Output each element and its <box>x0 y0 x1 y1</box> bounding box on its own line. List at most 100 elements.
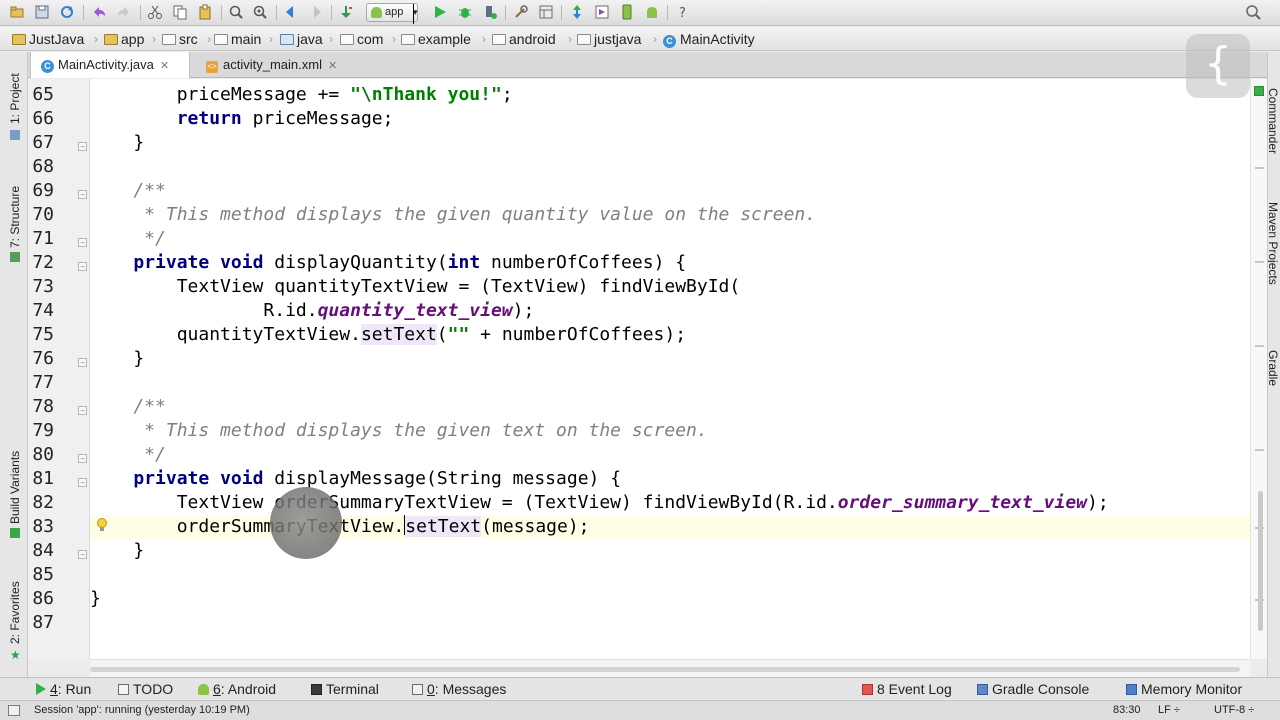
tool-window-todo[interactable]: TODO <box>118 681 173 697</box>
code-line: TextView orderSummaryTextView = (TextVie… <box>90 492 1109 513</box>
open-icon[interactable] <box>9 4 25 20</box>
replace-icon[interactable] <box>252 4 268 20</box>
code-line: priceMessage += "\nThank you!"; <box>176 84 513 105</box>
breadcrumb: JustJava › app › src › main › java › com… <box>0 27 1280 51</box>
caret-position[interactable]: 83:30 <box>1113 704 1141 716</box>
fold-start-icon[interactable]: – <box>78 406 87 415</box>
line-number: 80 <box>32 444 54 465</box>
tool-window-event-log[interactable]: 8 Event Log <box>862 681 952 697</box>
fold-end-icon[interactable]: – <box>78 238 87 247</box>
gradle-console-icon <box>977 684 988 695</box>
tool-window-gradle-console[interactable]: Gradle Console <box>977 681 1089 697</box>
todo-icon <box>118 684 129 695</box>
tool-window-android[interactable]: 6: Android <box>198 681 276 697</box>
find-icon[interactable] <box>228 4 244 20</box>
fold-end-icon[interactable]: – <box>78 550 87 559</box>
tab-activity-main-xml[interactable]: <> activity_main.xml ✕ <box>196 52 366 78</box>
tool-tab-structure[interactable]: 7: Structure <box>8 186 22 248</box>
breadcrumb-item-main[interactable]: main <box>214 30 261 48</box>
code-line: } <box>90 132 145 153</box>
breadcrumb-item-android[interactable]: android <box>492 30 556 48</box>
breadcrumb-separator-icon: › <box>152 32 156 46</box>
line-number: 72 <box>32 252 54 273</box>
encoding-selector[interactable]: UTF-8 ÷ <box>1214 704 1254 716</box>
line-number: 79 <box>32 420 54 441</box>
fold-end-icon[interactable]: – <box>78 454 87 463</box>
fold-start-icon[interactable]: – <box>78 478 87 487</box>
line-number: 65 <box>32 84 54 105</box>
sync-icon[interactable] <box>59 4 75 20</box>
editor-tab-bar: C MainActivity.java ✕ <> activity_main.xml ✕ <box>28 52 1267 78</box>
status-toggle-icon[interactable] <box>8 705 20 716</box>
save-icon[interactable] <box>34 4 50 20</box>
run-configuration-selector[interactable]: app ▾ <box>366 3 418 24</box>
code-line: } <box>90 540 145 561</box>
horizontal-scrollbar-thumb[interactable] <box>90 667 1240 672</box>
line-number: 75 <box>32 324 54 345</box>
undo-icon[interactable] <box>91 4 107 20</box>
lightbulb-icon[interactable] <box>96 518 108 532</box>
close-icon[interactable]: ✕ <box>328 60 337 72</box>
tool-tab-favorites[interactable]: 2: Favorites <box>8 581 22 644</box>
tool-tab-commander[interactable]: Commander <box>1268 88 1280 154</box>
run-icon[interactable] <box>432 4 448 20</box>
fold-start-icon[interactable]: – <box>78 262 87 271</box>
android-device-monitor-icon[interactable] <box>644 4 660 20</box>
breadcrumb-item-com[interactable]: com <box>340 30 383 48</box>
tab-mainactivity-java[interactable]: C MainActivity.java ✕ <box>30 52 190 78</box>
tool-window-run[interactable]: 4: Run <box>36 681 91 697</box>
line-separator-selector[interactable]: LF ÷ <box>1158 704 1180 716</box>
breadcrumb-item-mainactivity[interactable]: C MainActivity <box>663 30 755 48</box>
breadcrumb-item-example[interactable]: example <box>401 30 471 48</box>
attach-debugger-icon[interactable] <box>482 4 498 20</box>
fold-start-icon[interactable]: – <box>78 190 87 199</box>
tool-tab-build-variants[interactable]: Build Variants <box>8 451 22 524</box>
build-variants-icon <box>10 528 20 538</box>
settings-icon[interactable] <box>513 4 529 20</box>
cut-icon[interactable] <box>147 4 163 20</box>
tool-window-messages[interactable]: 0: Messages <box>412 681 506 697</box>
horizontal-scrollbar[interactable] <box>90 659 1250 677</box>
code-line: TextView quantityTextView = (TextView) f… <box>90 276 741 297</box>
vertical-scrollbar-thumb[interactable] <box>1258 491 1263 631</box>
tool-tab-gradle[interactable]: Gradle <box>1268 350 1280 386</box>
breadcrumb-item-java[interactable]: java <box>280 30 323 48</box>
vertical-scrollbar[interactable] <box>1250 79 1267 659</box>
sdk-manager-icon[interactable] <box>594 4 610 20</box>
error-stripe-marker <box>1255 261 1264 263</box>
code-editor[interactable]: priceMessage += "\nThank you!"; return p… <box>90 79 1250 659</box>
fold-end-icon[interactable]: – <box>78 142 87 151</box>
memory-monitor-icon <box>1126 684 1137 695</box>
redo-icon[interactable] <box>116 4 132 20</box>
folder-icon <box>280 34 294 45</box>
code-line: /** <box>90 180 166 201</box>
breadcrumb-separator-icon: › <box>329 32 333 46</box>
copy-icon[interactable] <box>172 4 188 20</box>
avd-manager-icon[interactable] <box>619 4 635 20</box>
help-icon[interactable]: ? <box>675 4 691 21</box>
tool-tab-maven-projects[interactable]: Maven Projects <box>1268 202 1280 285</box>
error-stripe-marker <box>1255 345 1264 347</box>
breadcrumb-item-src[interactable]: src <box>162 30 198 48</box>
forward-icon[interactable] <box>308 4 324 20</box>
breadcrumb-item-justjava[interactable]: JustJava <box>12 30 84 48</box>
breadcrumb-item-app[interactable]: app <box>104 30 144 48</box>
tool-window-terminal[interactable]: Terminal <box>311 681 379 697</box>
back-icon[interactable] <box>283 4 299 20</box>
messages-icon <box>412 684 423 695</box>
make-icon[interactable] <box>338 4 354 20</box>
line-number: 66 <box>32 108 54 129</box>
line-number: 83 <box>32 516 54 537</box>
fold-end-icon[interactable]: – <box>78 358 87 367</box>
project-structure-icon[interactable] <box>538 4 554 20</box>
breadcrumb-item-justjava-package[interactable]: justjava <box>577 30 641 48</box>
tool-window-memory-monitor[interactable]: Memory Monitor <box>1126 681 1242 697</box>
breadcrumb-separator-icon: › <box>482 32 486 46</box>
debug-icon[interactable] <box>457 4 473 20</box>
code-line: * This method displays the given text on… <box>90 420 708 441</box>
gradle-sync-icon[interactable] <box>569 4 585 20</box>
paste-icon[interactable] <box>197 4 213 20</box>
close-icon[interactable]: ✕ <box>160 60 169 72</box>
search-everywhere-icon[interactable] <box>1245 4 1261 20</box>
tool-tab-project[interactable]: 1: Project <box>8 73 22 124</box>
